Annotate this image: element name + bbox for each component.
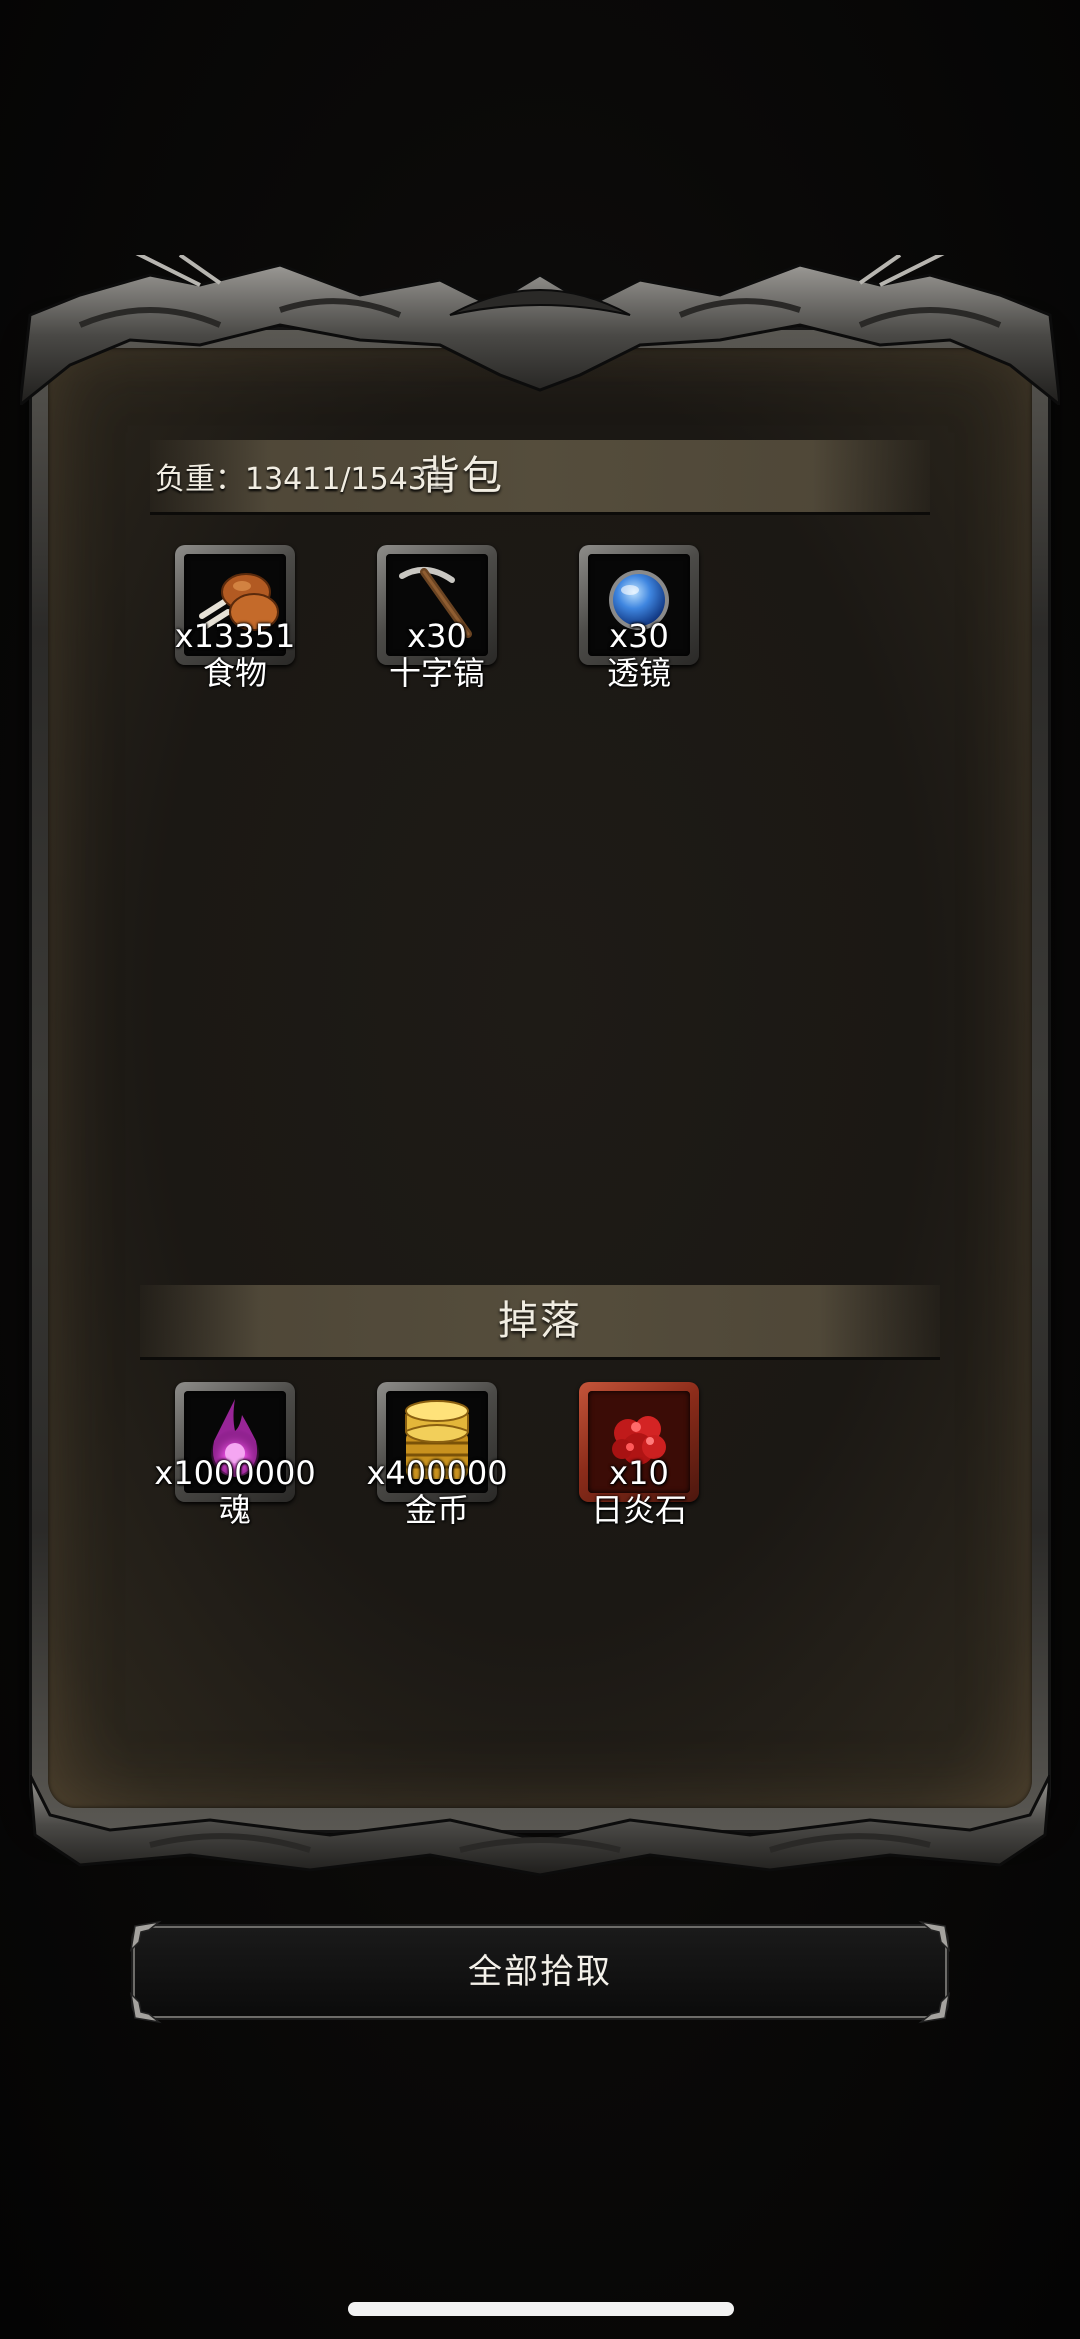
drop-item-soul[interactable]: x1000000 魂	[130, 1382, 316, 1552]
drop-header: 掉落	[140, 1285, 940, 1360]
item-name: 日炎石	[590, 1491, 687, 1529]
bottom-crest-ornament	[30, 1775, 1050, 1877]
item-quantity: x1000000	[154, 1454, 316, 1492]
drop-item-gold[interactable]: x400000 金币	[332, 1382, 512, 1552]
item-name: 透镜	[606, 654, 671, 692]
item-name: 金币	[404, 1491, 469, 1529]
pickup-all-label: 全部拾取	[468, 1952, 612, 1992]
bag-header: 负重：13411/15431 背包	[150, 440, 930, 515]
home-indicator[interactable]	[348, 2302, 734, 2316]
drop-item-sun-flame-stone[interactable]: x10 日炎石	[534, 1382, 714, 1552]
top-crest-ornament	[20, 255, 1060, 405]
bag-item-lens[interactable]: x30 透镜	[534, 545, 714, 715]
item-quantity: x400000	[366, 1454, 508, 1492]
loot-screen: 负重：13411/15431 背包 x13351 食物 x30 十字镐 x30 …	[0, 0, 1080, 2339]
bag-title: 背包	[420, 453, 504, 499]
pickup-all-button[interactable]: 全部拾取	[129, 1920, 951, 2024]
bag-item-pickaxe[interactable]: x30 十字镐	[332, 545, 512, 715]
bag-item-food[interactable]: x13351 食物	[130, 545, 310, 715]
drop-title: 掉落	[498, 1298, 582, 1344]
item-name: 食物	[202, 654, 267, 692]
item-name: 魂	[218, 1491, 251, 1529]
item-name: 十字镐	[388, 654, 485, 692]
item-quantity: x13351	[174, 617, 296, 655]
item-quantity: x30	[609, 617, 669, 655]
carry-weight: 负重：13411/15431	[155, 462, 446, 497]
item-quantity: x30	[407, 617, 467, 655]
item-quantity: x10	[609, 1454, 669, 1492]
